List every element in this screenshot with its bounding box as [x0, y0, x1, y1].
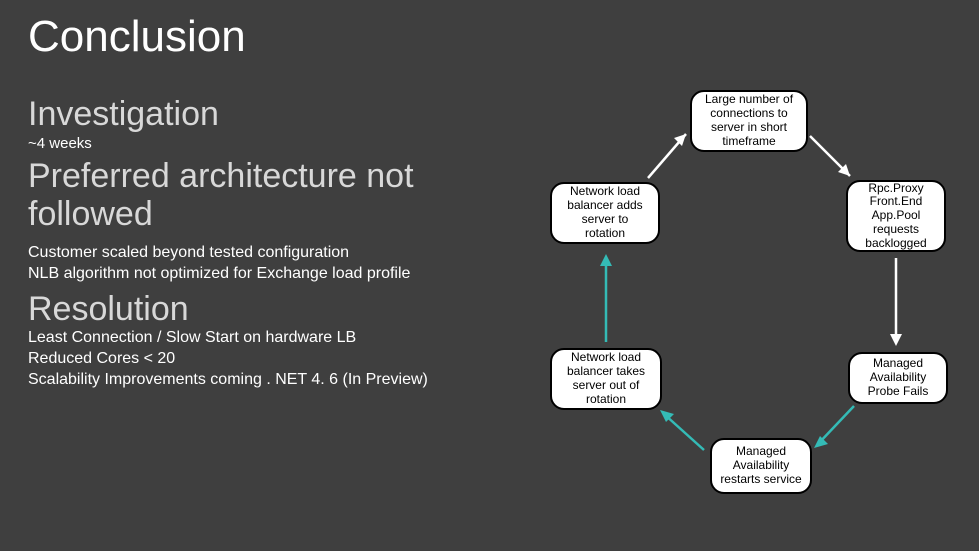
arch-bullet-1: Customer scaled beyond tested configurat…	[28, 243, 528, 264]
arrow-bl-to-tl	[588, 248, 628, 348]
arrow-tr-to-br	[878, 254, 918, 354]
node-top-left: Network load balancer adds server to rot…	[550, 182, 660, 244]
arrow-br-to-bot	[800, 396, 880, 466]
slide-title: Conclusion	[0, 0, 979, 62]
res-bullet-2: Reduced Cores < 20	[28, 349, 528, 370]
arch-bullet-2: NLB algorithm not optimized for Exchange…	[28, 264, 528, 285]
investigation-duration: ~4 weeks	[28, 135, 528, 152]
heading-investigation: Investigation	[28, 96, 528, 133]
heading-architecture: Preferred architecture not followed	[28, 158, 528, 233]
cycle-diagram: Large number of connections to server in…	[530, 90, 970, 520]
arrow-top-to-tr	[800, 120, 880, 200]
left-column: Investigation ~4 weeks Preferred archite…	[28, 90, 528, 391]
res-bullet-3: Scalability Improvements coming . NET 4.…	[28, 370, 528, 391]
node-bottom: Managed Availability restarts service	[710, 438, 812, 494]
arrow-tl-to-top	[630, 110, 710, 190]
heading-resolution: Resolution	[28, 291, 528, 328]
arrow-bot-to-bl	[640, 400, 720, 470]
res-bullet-1: Least Connection / Slow Start on hardwar…	[28, 328, 528, 349]
